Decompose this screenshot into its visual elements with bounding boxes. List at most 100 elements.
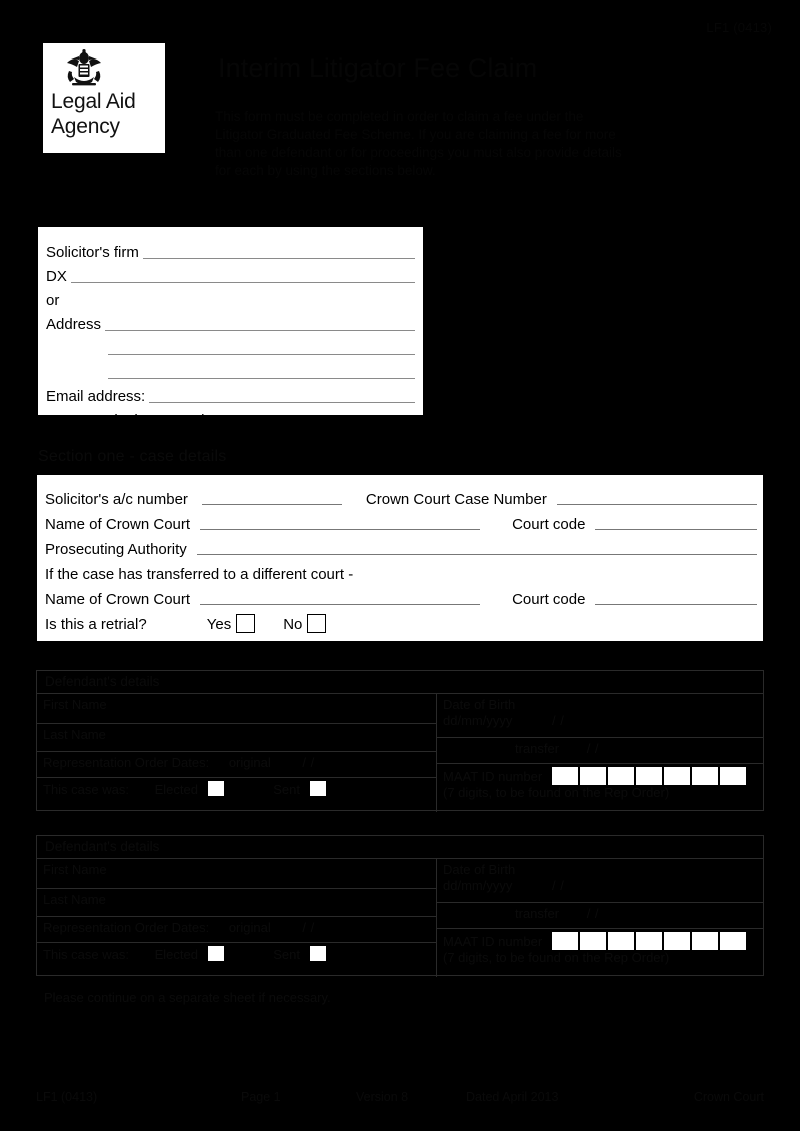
maat-id-label: MAAT ID number [443, 769, 543, 784]
defendant-details-title: Defendant's details [37, 671, 763, 694]
page-footer: LF1 (0413) Page 1 Version 8 Dated April … [36, 1090, 764, 1112]
defendant-first-name-field[interactable]: First Name [37, 694, 436, 724]
defendant-maat-field: MAAT ID number (7 digits, to be found on… [437, 929, 763, 973]
defendant-dob-field[interactable]: Date of Birth dd/mm/yyyy / / [437, 859, 763, 903]
section-one-panel: Solicitor's a/c number Crown Court Case … [36, 474, 764, 642]
maat-id-input[interactable] [551, 932, 746, 950]
rep-order-original-date-input[interactable]: / / [302, 920, 314, 935]
defendant-case-was-row: This case was: Elected Sent [37, 943, 436, 977]
solicitor-email-input[interactable] [149, 386, 415, 403]
solicitor-telephone-row: Contact telephone number [46, 405, 415, 429]
maat-digit-box[interactable] [579, 932, 606, 950]
solicitor-firm-input[interactable] [142, 242, 415, 259]
maat-digit-box[interactable] [551, 932, 578, 950]
elected-checkbox[interactable] [207, 946, 224, 961]
maat-digit-box[interactable] [691, 932, 718, 950]
maat-digit-box[interactable] [607, 932, 634, 950]
logo-line-1: Legal Aid [51, 90, 136, 113]
defendant-last-name-label: Last Name [43, 892, 106, 907]
solicitor-firm-row: Solicitor's firm [46, 237, 415, 261]
maat-digit-box[interactable] [663, 767, 690, 785]
maat-digit-box[interactable] [635, 932, 662, 950]
section-one-heading: Section one - case details [38, 448, 227, 465]
elected-label: Elected [154, 782, 198, 797]
transferred-court-row: Name of Crown Court Court code [45, 583, 757, 608]
maat-digit-box[interactable] [663, 932, 690, 950]
rep-order-transfer-label: transfer [515, 741, 560, 756]
retrial-yes-checkbox[interactable] [236, 614, 256, 633]
prosecuting-authority-input[interactable] [196, 538, 757, 555]
rep-order-original-label: original [228, 755, 271, 770]
defendant-dob-field[interactable]: Date of Birth dd/mm/yyyy / / [437, 694, 763, 738]
page-title: Interim Litigator Fee Claim [218, 53, 538, 83]
solicitor-ac-row: Solicitor's a/c number Crown Court Case … [45, 483, 757, 508]
maat-digit-box[interactable] [719, 767, 746, 785]
solicitor-address-input-1[interactable] [105, 314, 415, 331]
rep-order-original-date-input[interactable]: / / [302, 755, 314, 770]
rep-order-transfer-date-input[interactable]: / / [587, 741, 599, 756]
retrial-yes-label: Yes [206, 616, 232, 633]
court-name-label: Name of Crown Court [45, 516, 191, 533]
rep-order-dates-label: Representation Order Dates: [43, 755, 210, 770]
solicitor-ac-label: Solicitor's a/c number [45, 491, 188, 508]
prosecuting-authority-label: Prosecuting Authority [45, 541, 187, 558]
defendant-rep-order-dates-row: Representation Order Dates: original / / [37, 917, 436, 943]
maat-digit-box[interactable] [691, 767, 718, 785]
dob-input[interactable]: / / [552, 713, 564, 728]
elected-label: Elected [154, 947, 198, 962]
sent-label: Sent [273, 947, 300, 962]
retrial-no-label: No [283, 616, 303, 633]
transferred-note-row: If the case has transferred to a differe… [45, 558, 757, 583]
solicitor-details-box: Solicitor's firm DX or Address Email add… [36, 225, 425, 429]
solicitor-dx-input[interactable] [70, 266, 415, 283]
solicitor-telephone-label: Contact telephone number [46, 412, 223, 429]
footer-date: Dated April 2013 [466, 1090, 559, 1104]
sent-checkbox[interactable] [309, 946, 326, 961]
defendant-last-name-field[interactable]: Last Name [37, 724, 436, 752]
logo-line-2: Agency [51, 115, 120, 138]
court-code-label: Court code [512, 516, 586, 533]
solicitor-email-label: Email address: [46, 388, 146, 405]
dob-label: Date of Birth [443, 862, 516, 877]
solicitor-or-label: or [46, 292, 60, 309]
maat-digit-box[interactable] [635, 767, 662, 785]
form-reference-code: LF1 (0413) [706, 20, 772, 35]
maat-digit-box[interactable] [579, 767, 606, 785]
sent-checkbox[interactable] [309, 781, 326, 796]
court-name-row: Name of Crown Court Court code [45, 508, 757, 533]
case-was-label: This case was: [43, 947, 129, 962]
defendant-last-name-label: Last Name [43, 727, 106, 742]
defendant-block: Defendant's details First Name Last Name… [36, 835, 764, 977]
maat-digit-box[interactable] [607, 767, 634, 785]
crown-case-number-label: Crown Court Case Number [365, 491, 547, 508]
form-page: Legal Aid Agency LF1 (0413) Interim Liti… [0, 0, 800, 1131]
maat-digit-box[interactable] [551, 767, 578, 785]
legal-aid-agency-logo: Legal Aid Agency [43, 43, 165, 153]
defendant-first-name-field[interactable]: First Name [37, 859, 436, 889]
rep-order-transfer-row: transfer / / [437, 903, 763, 929]
prosecuting-authority-row: Prosecuting Authority [45, 533, 757, 558]
solicitor-address-input-3[interactable] [108, 362, 415, 379]
court-name-input[interactable] [200, 513, 481, 530]
defendant-first-name-label: First Name [43, 697, 107, 712]
case-was-label: This case was: [43, 782, 129, 797]
solicitor-ac-input[interactable] [201, 488, 342, 505]
elected-checkbox[interactable] [207, 781, 224, 796]
rep-order-dates-label: Representation Order Dates: [43, 920, 210, 935]
solicitor-address-label: Address [46, 316, 102, 333]
dob-input[interactable]: / / [552, 878, 564, 893]
solicitor-address-row-2 [46, 333, 415, 357]
maat-id-input[interactable] [551, 767, 746, 785]
maat-digit-box[interactable] [719, 932, 746, 950]
solicitor-address-input-2[interactable] [108, 338, 415, 355]
defendant-last-name-field[interactable]: Last Name [37, 889, 436, 917]
retrial-no-checkbox[interactable] [307, 614, 327, 633]
royal-crest-icon [67, 49, 101, 86]
rep-order-transfer-date-input[interactable]: / / [587, 906, 599, 921]
transferred-court-input[interactable] [200, 588, 481, 605]
maat-id-note: (7 digits, to be found on the Rep Order) [443, 950, 670, 965]
crown-case-number-input[interactable] [556, 488, 757, 505]
solicitor-email-row: Email address: [46, 381, 415, 405]
transferred-court-code-input[interactable] [595, 588, 757, 605]
court-code-input[interactable] [595, 513, 757, 530]
